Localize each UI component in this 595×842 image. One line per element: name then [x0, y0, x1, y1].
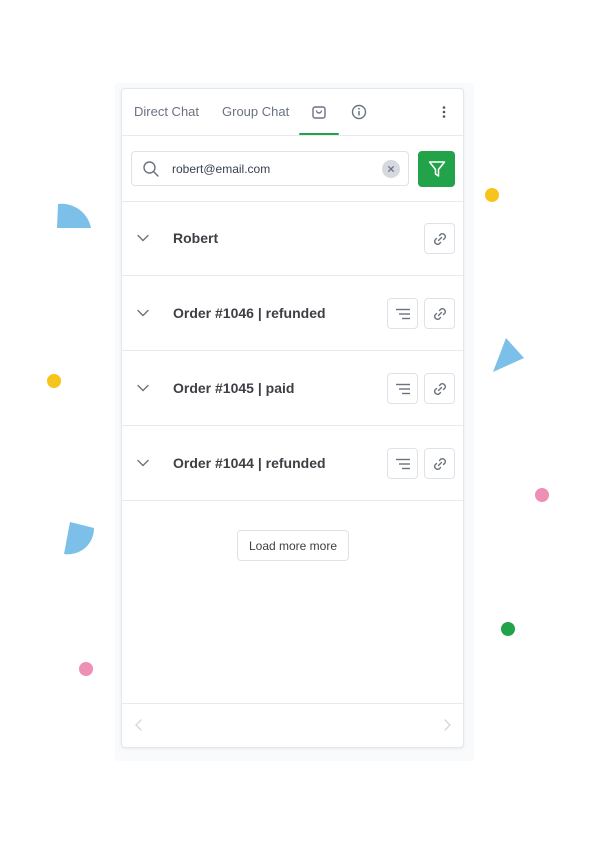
- search-input[interactable]: [172, 160, 372, 178]
- confetti-pink-1: [535, 488, 549, 502]
- chat-panel: Direct Chat Group Chat robert@email.com …: [121, 88, 464, 748]
- list-item[interactable]: Order #1044 | refunded: [122, 426, 463, 501]
- chevron-down-icon[interactable]: [136, 456, 150, 470]
- chevron-down-icon[interactable]: [136, 231, 150, 245]
- confetti-blue-3: [64, 522, 95, 555]
- tab-bar: Direct Chat Group Chat: [122, 89, 463, 136]
- confetti-pink-2: [79, 662, 93, 676]
- link-icon: [434, 233, 446, 245]
- shopping-bag-icon: [312, 106, 326, 119]
- contact-name: Robert: [173, 230, 219, 246]
- info-icon: [351, 104, 367, 120]
- active-tab-indicator: [299, 133, 339, 135]
- tab-direct-chat[interactable]: Direct Chat: [134, 89, 199, 135]
- order-label: Order #1044 | refunded: [173, 455, 326, 471]
- tab-info[interactable]: [349, 102, 369, 122]
- search-icon: [143, 161, 159, 177]
- link-icon: [434, 458, 446, 470]
- chevron-left-icon[interactable]: [132, 718, 146, 732]
- clear-search-button[interactable]: [382, 160, 400, 178]
- order-details-button[interactable]: [387, 373, 418, 404]
- more-vertical-icon: [442, 106, 446, 118]
- chevron-right-icon[interactable]: [440, 718, 454, 732]
- order-details-button[interactable]: [387, 448, 418, 479]
- search-box: [131, 151, 409, 186]
- link-icon: [434, 383, 446, 395]
- link-button[interactable]: [424, 223, 455, 254]
- confetti-blue-2: [493, 338, 524, 372]
- pagination-bar: [122, 703, 463, 747]
- link-button[interactable]: [424, 448, 455, 479]
- chevron-down-icon[interactable]: [136, 306, 150, 320]
- filter-icon: [428, 161, 446, 177]
- tab-group-chat[interactable]: Group Chat: [222, 89, 289, 135]
- search-row: [122, 136, 463, 202]
- list-icon: [396, 458, 410, 470]
- list-icon: [396, 308, 410, 320]
- filter-button[interactable]: [418, 151, 455, 187]
- tab-shop[interactable]: [309, 102, 329, 122]
- order-label: Order #1046 | refunded: [173, 305, 326, 321]
- link-button[interactable]: [424, 298, 455, 329]
- order-label: Order #1045 | paid: [173, 380, 295, 396]
- confetti-yellow-1: [485, 188, 499, 202]
- confetti-yellow-2: [47, 374, 61, 388]
- more-options-button[interactable]: [434, 102, 454, 122]
- list-item[interactable]: Order #1046 | refunded: [122, 276, 463, 351]
- list-icon: [396, 383, 410, 395]
- list-item[interactable]: Robert: [122, 201, 463, 276]
- order-details-button[interactable]: [387, 298, 418, 329]
- close-icon: [387, 165, 395, 173]
- list-item[interactable]: Order #1045 | paid: [122, 351, 463, 426]
- link-button[interactable]: [424, 373, 455, 404]
- chevron-down-icon[interactable]: [136, 381, 150, 395]
- link-icon: [434, 308, 446, 320]
- load-more-button[interactable]: Load more more: [237, 530, 349, 561]
- confetti-blue-1: [57, 203, 91, 228]
- confetti-green-1: [501, 622, 515, 636]
